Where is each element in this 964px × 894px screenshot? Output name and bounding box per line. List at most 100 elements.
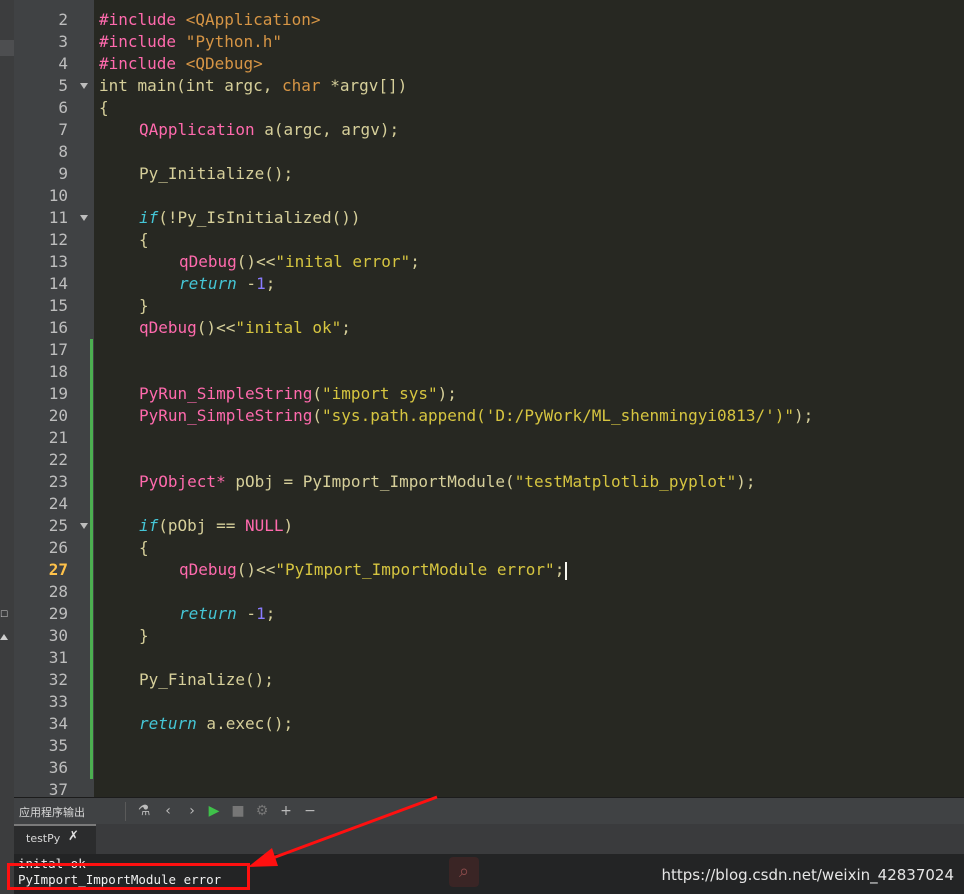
tab-testpy[interactable]: testPy ✗ [14, 824, 96, 854]
zoom-out-icon[interactable]: − [302, 803, 318, 819]
code-token: } [139, 626, 149, 645]
attach-debugger-icon[interactable]: ⚙ [254, 803, 270, 819]
gutter-line: 13 [14, 251, 94, 273]
modified-line-marker [90, 735, 93, 757]
line-number: 12 [48, 230, 68, 249]
line-number: 2 [58, 10, 68, 29]
code-token: char [282, 76, 321, 95]
code-token: ; [265, 604, 276, 623]
code-line[interactable]: if(pObj == NULL) [99, 515, 293, 537]
code-line[interactable]: PyRun_SimpleString("sys.path.append('D:/… [99, 405, 813, 427]
code-token: ); [736, 472, 756, 491]
line-number: 11 [48, 208, 68, 227]
code-line[interactable]: { [99, 537, 149, 559]
modified-line-marker [90, 537, 93, 559]
code-token: a(argc, argv); [254, 120, 400, 139]
code-line[interactable]: return -1; [99, 603, 275, 625]
close-tab-icon[interactable]: ✗ [68, 829, 79, 844]
code-line[interactable]: qDebug()<<"PyImport_ImportModule error"; [99, 559, 568, 581]
line-number: 30 [48, 626, 68, 645]
fold-marker-icon[interactable] [80, 215, 88, 221]
line-number: 4 [58, 54, 68, 73]
line-number: 21 [48, 428, 68, 447]
line-number: 34 [48, 714, 68, 733]
code-line[interactable]: qDebug()<<"inital error"; [99, 251, 420, 273]
code-token: (pObj == [158, 516, 245, 535]
code-token: { [99, 98, 109, 117]
gutter-line: 18 [14, 361, 94, 383]
gutter-line: 28 [14, 581, 94, 603]
code-token: #include [99, 54, 186, 73]
code-token: qDebug [179, 252, 237, 271]
code-area[interactable]: #include <QApplication> #include "Python.… [95, 0, 964, 797]
code-line[interactable]: Py_Initialize(); [99, 163, 293, 185]
watermark: https://blog.csdn.net/weixin_42837024 [661, 866, 954, 884]
code-token: pObj = PyImport_ImportModule( [225, 472, 515, 491]
clear-output-icon[interactable]: ⚗ [136, 803, 152, 819]
gutter-line: 6 [14, 97, 94, 119]
toolbar-separator [125, 802, 126, 821]
modified-line-marker [90, 449, 93, 471]
line-number: 25 [48, 516, 68, 535]
fold-marker-icon[interactable] [80, 83, 88, 89]
code-line[interactable]: #include <QApplication> [99, 9, 321, 31]
collapse-up-icon[interactable] [0, 632, 8, 640]
line-number: 16 [48, 318, 68, 337]
code-token: if [139, 208, 159, 227]
line-number: 14 [48, 274, 68, 293]
line-number: 7 [58, 120, 68, 139]
code-line[interactable]: int main(int argc, char *argv[]) [99, 75, 407, 97]
code-token: PyRun_SimpleString [139, 384, 313, 403]
gutter-line: 31 [14, 647, 94, 669]
code-line[interactable]: #include "Python.h" [99, 31, 282, 53]
modified-line-marker [90, 625, 93, 647]
modified-line-marker [90, 405, 93, 427]
code-line[interactable]: } [99, 295, 149, 317]
line-number: 29 [48, 604, 68, 623]
code-token: "import sys" [322, 384, 438, 403]
code-token: (!Py_IsInitialized()) [158, 208, 361, 227]
code-token: qDebug [139, 318, 197, 337]
gutter-line: 8 [14, 141, 94, 163]
code-line[interactable]: QApplication a(argc, argv); [99, 119, 399, 141]
code-line[interactable]: if(!Py_IsInitialized()) [99, 207, 361, 229]
code-line[interactable]: #include <QDebug> [99, 53, 263, 75]
modified-line-marker [90, 669, 93, 691]
run-icon[interactable]: ▶ [206, 803, 222, 819]
code-token: ( [312, 384, 323, 403]
modified-line-marker [90, 471, 93, 493]
code-line[interactable]: PyObject* pObj = PyImport_ImportModule("… [99, 471, 756, 493]
chevron-right-icon[interactable]: › [184, 803, 200, 819]
gutter-line: 26 [14, 537, 94, 559]
stop-icon[interactable]: ■ [230, 803, 246, 819]
fold-marker-icon[interactable] [80, 523, 88, 529]
output-tab-bar: testPy ✗ [14, 824, 964, 854]
modified-line-marker [90, 647, 93, 669]
code-line[interactable]: Py_Finalize(); [99, 669, 274, 691]
code-line[interactable]: PyRun_SimpleString("import sys"); [99, 383, 457, 405]
code-editor[interactable]: 2 3 4 5 6 7 8 9 10 11 12 13 14 15 16 17 18 19 20 21 22 23 24 25… [14, 0, 964, 797]
line-number: 37 [48, 780, 68, 797]
code-token: 1 [256, 604, 266, 623]
pane-icon[interactable]: ☐ [0, 610, 8, 624]
text-caret [565, 561, 568, 580]
code-line[interactable]: { [99, 229, 149, 251]
code-token: { [139, 230, 149, 249]
line-number-gutter: 2 3 4 5 6 7 8 9 10 11 12 13 14 15 16 17 18 19 20 21 22 23 24 25… [14, 0, 94, 797]
code-line[interactable]: return -1; [99, 273, 275, 295]
code-token: <QDebug> [185, 54, 263, 73]
line-number: 22 [48, 450, 68, 469]
code-line[interactable]: { [99, 97, 109, 119]
gutter-line: 15 [14, 295, 94, 317]
modified-line-marker [90, 713, 93, 735]
code-line[interactable]: } [99, 625, 149, 647]
line-number: 20 [48, 406, 68, 425]
code-token: ); [437, 384, 457, 403]
chevron-left-icon[interactable]: ‹ [160, 803, 176, 819]
code-line[interactable]: return a.exec(); [99, 713, 293, 735]
code-token: Py_Finalize(); [139, 670, 274, 689]
code-line[interactable]: qDebug()<<"inital ok"; [99, 317, 351, 339]
code-token: ( [312, 406, 323, 425]
zoom-in-icon[interactable]: + [278, 803, 294, 819]
gutter-line: 19 [14, 383, 94, 405]
